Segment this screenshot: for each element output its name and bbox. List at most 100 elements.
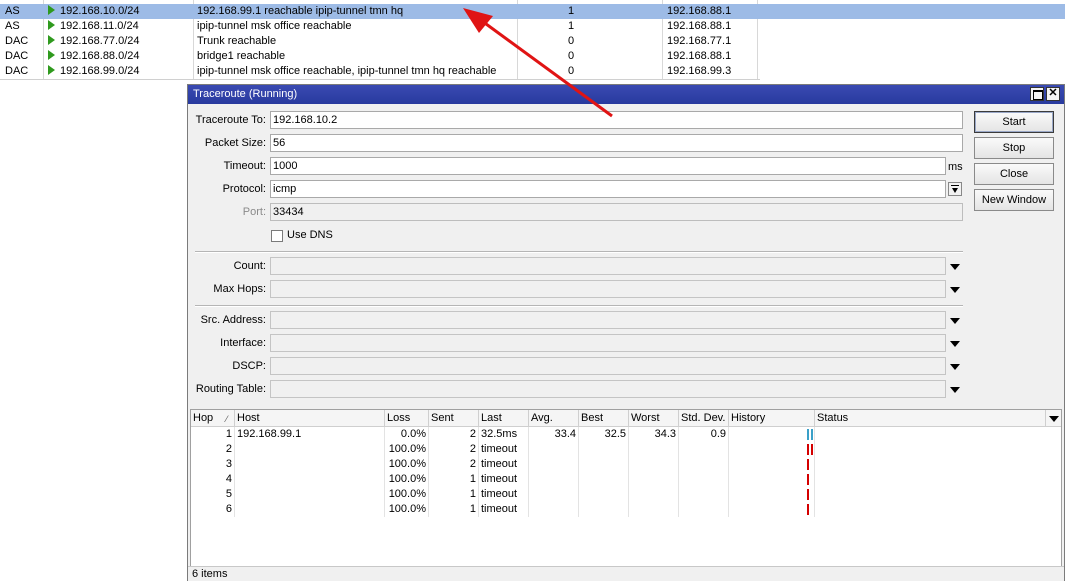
col-header-loss[interactable]: Loss xyxy=(385,410,429,427)
dscp-dropdown-icon[interactable] xyxy=(950,364,960,370)
route-row[interactable]: DAC 192.168.99.0/24 ipip-tunnel msk offi… xyxy=(0,64,1065,79)
cell-hop: 3 xyxy=(191,457,235,472)
cell-loss: 0.0% xyxy=(385,427,429,442)
history-bar xyxy=(807,474,809,485)
cell-host xyxy=(235,472,385,487)
traceroute-to-input[interactable]: 192.168.10.2 xyxy=(270,111,963,129)
interface-dropdown-icon[interactable] xyxy=(950,341,960,347)
count-dropdown-icon[interactable] xyxy=(950,264,960,270)
window-title-bar[interactable]: Traceroute (Running) ✕ xyxy=(188,85,1064,104)
route-distance: 0 xyxy=(568,65,575,77)
cell-history xyxy=(729,502,815,517)
col-header-best[interactable]: Best xyxy=(579,410,629,427)
src-address-dropdown-icon[interactable] xyxy=(950,318,960,324)
sort-icon: ⁄ xyxy=(226,414,228,424)
cell-best xyxy=(579,457,629,472)
use-dns-checkbox[interactable] xyxy=(271,230,283,242)
col-header-worst[interactable]: Worst xyxy=(629,410,679,427)
traceroute-results-table: Hop ⁄ Host Loss Sent Last Avg. Best Worst… xyxy=(190,409,1062,567)
col-header-hop[interactable]: Hop ⁄ xyxy=(191,410,235,427)
cell-sent: 1 xyxy=(429,502,479,517)
src-address-input[interactable] xyxy=(270,311,946,329)
close-window-button[interactable]: ✕ xyxy=(1046,87,1060,101)
history-bar xyxy=(807,429,809,440)
route-pref-source: 192.168.88.1 xyxy=(667,50,732,62)
col-header-std-dev[interactable]: Std. Dev. xyxy=(679,410,729,427)
route-row[interactable]: DAC 192.168.77.0/24 Trunk reachable 0 19… xyxy=(0,34,1065,49)
col-header-history[interactable]: History xyxy=(729,410,815,427)
routing-table-input[interactable] xyxy=(270,380,946,398)
route-dst-address: 192.168.99.0/24 xyxy=(48,65,140,78)
active-route-icon xyxy=(48,20,55,30)
route-row[interactable]: AS 192.168.11.0/24 ipip-tunnel msk offic… xyxy=(0,19,1065,34)
routing-table-label: Routing Table: xyxy=(195,383,266,395)
cell-host xyxy=(235,442,385,457)
col-header-status[interactable]: Status xyxy=(815,410,1045,427)
table-row[interactable]: 2 100.0% 2 timeout xyxy=(191,442,1061,457)
maximize-button[interactable] xyxy=(1030,87,1044,101)
route-distance: 0 xyxy=(568,50,575,62)
cell-worst xyxy=(629,487,679,502)
cell-avg xyxy=(529,472,579,487)
route-dst-address: 192.168.11.0/24 xyxy=(48,20,139,33)
route-flag: AS xyxy=(5,20,20,32)
cell-history xyxy=(729,472,815,487)
cell-worst xyxy=(629,457,679,472)
cell-sent: 1 xyxy=(429,472,479,487)
table-row[interactable]: 5 100.0% 1 timeout xyxy=(191,487,1061,502)
col-header-last[interactable]: Last xyxy=(479,410,529,427)
table-row[interactable]: 3 100.0% 2 timeout xyxy=(191,457,1061,472)
cell-hop: 5 xyxy=(191,487,235,502)
history-bar xyxy=(807,459,809,470)
route-pref-source: 192.168.99.3 xyxy=(667,65,732,77)
route-row-selected[interactable]: AS 192.168.10.0/24 192.168.99.1 reachabl… xyxy=(0,4,1065,19)
start-button[interactable]: Start xyxy=(974,111,1054,133)
count-input[interactable] xyxy=(270,257,946,275)
routes-list-border xyxy=(0,79,760,80)
route-dst-address: 192.168.88.0/24 xyxy=(48,50,140,63)
cell-avg xyxy=(529,502,579,517)
cell-best xyxy=(579,502,629,517)
route-distance: 0 xyxy=(568,35,575,47)
cell-host xyxy=(235,502,385,517)
col-header-avg[interactable]: Avg. xyxy=(529,410,579,427)
routing-table-dropdown-icon[interactable] xyxy=(950,387,960,393)
route-gateway: Trunk reachable xyxy=(197,35,277,47)
cell-status xyxy=(815,472,1045,487)
timeout-input[interactable]: 1000 xyxy=(270,157,946,175)
cell-status xyxy=(815,442,1045,457)
col-header-host[interactable]: Host xyxy=(235,410,385,427)
cell-best: 32.5 xyxy=(579,427,629,442)
route-pref-source: 192.168.77.1 xyxy=(667,35,732,47)
cell-std-dev xyxy=(679,457,729,472)
stop-button[interactable]: Stop xyxy=(974,137,1054,159)
history-bar xyxy=(807,489,809,500)
packet-size-input[interactable]: 56 xyxy=(270,134,963,152)
cell-hop: 6 xyxy=(191,502,235,517)
table-row[interactable]: 6 100.0% 1 timeout xyxy=(191,502,1061,517)
dscp-label: DSCP: xyxy=(232,360,266,372)
packet-size-label: Packet Size: xyxy=(204,137,266,149)
route-gateway: 192.168.99.1 reachable ipip-tunnel tmn h… xyxy=(197,5,404,17)
cell-history xyxy=(729,427,815,442)
columns-menu-icon[interactable] xyxy=(1045,410,1061,427)
max-hops-input[interactable] xyxy=(270,280,946,298)
max-hops-dropdown-icon[interactable] xyxy=(950,287,960,293)
cell-loss: 100.0% xyxy=(385,487,429,502)
new-window-button[interactable]: New Window xyxy=(974,189,1054,211)
table-row[interactable]: 1 192.168.99.1 0.0% 2 32.5ms 33.4 32.5 34.3 0.9 xyxy=(191,427,1061,442)
table-row[interactable]: 4 100.0% 1 timeout xyxy=(191,472,1061,487)
cell-best xyxy=(579,472,629,487)
protocol-dropdown-icon[interactable] xyxy=(948,182,962,196)
interface-input[interactable] xyxy=(270,334,946,352)
history-bar xyxy=(811,429,813,440)
port-input[interactable]: 33434 xyxy=(270,203,963,221)
col-header-sent[interactable]: Sent xyxy=(429,410,479,427)
protocol-select[interactable]: icmp xyxy=(270,180,946,198)
cell-hop: 2 xyxy=(191,442,235,457)
route-row[interactable]: DAC 192.168.88.0/24 bridge1 reachable 0 … xyxy=(0,49,1065,64)
close-button[interactable]: Close xyxy=(974,163,1054,185)
cell-sent: 2 xyxy=(429,457,479,472)
dscp-input[interactable] xyxy=(270,357,946,375)
cell-last: 32.5ms xyxy=(479,427,529,442)
